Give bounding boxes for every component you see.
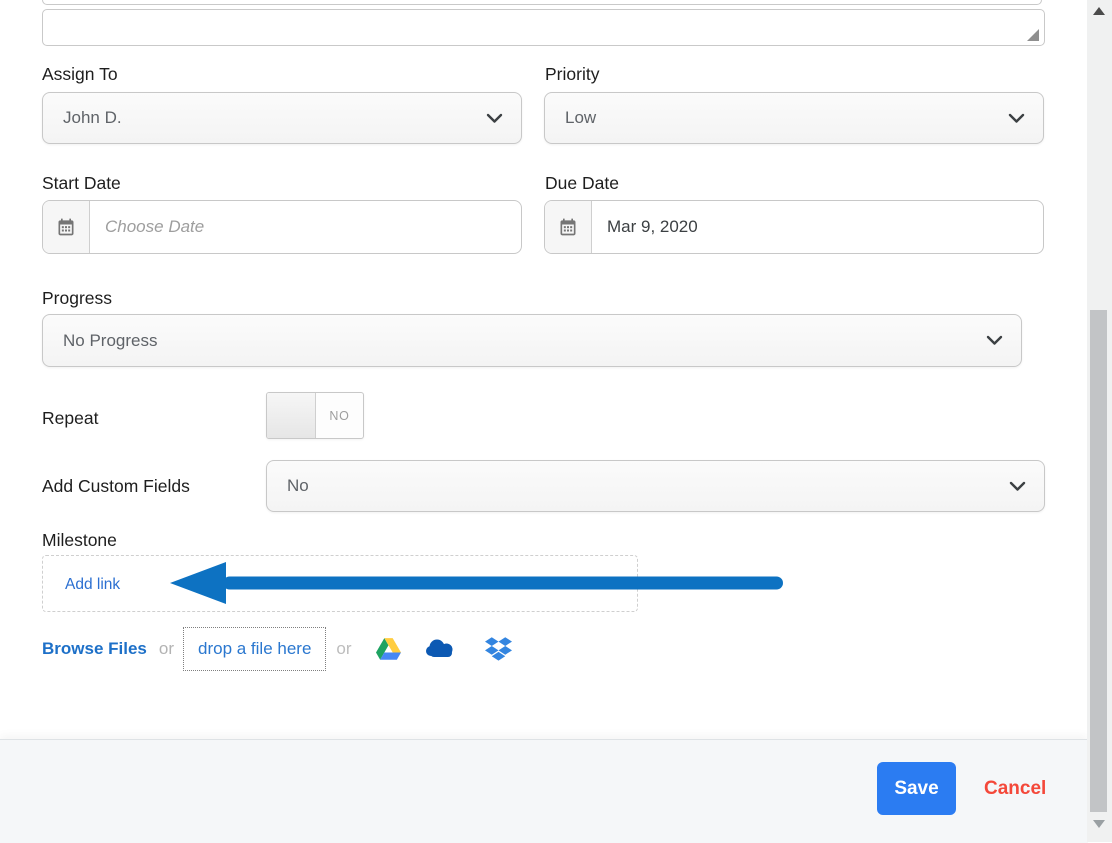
due-date-label: Due Date — [545, 172, 619, 194]
priority-label: Priority — [545, 63, 599, 85]
resize-handle-icon[interactable] — [1027, 29, 1039, 41]
chevron-down-icon — [1008, 113, 1025, 124]
add-link-button[interactable]: Add link — [65, 576, 120, 594]
repeat-toggle[interactable]: NO — [266, 392, 364, 439]
due-date-value: Mar 9, 2020 — [592, 201, 698, 253]
repeat-toggle-state: NO — [316, 393, 363, 438]
scrollbar-thumb[interactable] — [1090, 310, 1107, 812]
due-date-field[interactable]: Mar 9, 2020 — [544, 200, 1044, 254]
priority-select[interactable]: Low — [544, 92, 1044, 144]
repeat-label: Repeat — [42, 407, 98, 429]
priority-value: Low — [545, 108, 1008, 128]
task-title-input[interactable] — [42, 0, 1042, 5]
custom-fields-select[interactable]: No — [266, 460, 1045, 512]
or-separator: or — [336, 639, 351, 659]
progress-value: No Progress — [43, 331, 986, 351]
chevron-down-icon — [986, 335, 1003, 346]
drop-file-zone[interactable]: drop a file here — [183, 627, 326, 671]
toggle-knob — [267, 393, 316, 438]
assign-to-value: John D. — [43, 108, 486, 128]
onedrive-icon[interactable] — [425, 638, 458, 659]
custom-fields-label: Add Custom Fields — [42, 475, 190, 497]
browse-files-button[interactable]: Browse Files — [42, 639, 147, 659]
calendar-icon — [43, 201, 90, 253]
drop-file-label: drop a file here — [198, 639, 311, 658]
attachments-row: Browse Files or drop a file here or — [42, 625, 512, 672]
chevron-down-icon — [486, 113, 503, 124]
cancel-button[interactable]: Cancel — [984, 762, 1046, 815]
save-button[interactable]: Save — [877, 762, 956, 815]
custom-fields-value: No — [267, 476, 1009, 496]
assign-to-select[interactable]: John D. — [42, 92, 522, 144]
scrollbar-up-icon[interactable] — [1093, 7, 1105, 15]
calendar-icon — [545, 201, 592, 253]
start-date-label: Start Date — [42, 172, 121, 194]
milestone-label: Milestone — [42, 529, 117, 551]
milestone-dropzone — [42, 555, 638, 612]
start-date-field[interactable]: Choose Date — [42, 200, 522, 254]
assign-to-label: Assign To — [42, 63, 118, 85]
google-drive-icon[interactable] — [376, 638, 401, 660]
or-separator: or — [159, 639, 174, 659]
scrollbar-down-icon[interactable] — [1093, 820, 1105, 828]
progress-select[interactable]: No Progress — [42, 314, 1022, 367]
chevron-down-icon — [1009, 481, 1026, 492]
progress-label: Progress — [42, 287, 112, 309]
scrollbar-track[interactable] — [1087, 0, 1112, 842]
dropbox-icon[interactable] — [485, 637, 512, 661]
start-date-placeholder: Choose Date — [90, 201, 204, 253]
description-textarea[interactable] — [42, 9, 1045, 46]
